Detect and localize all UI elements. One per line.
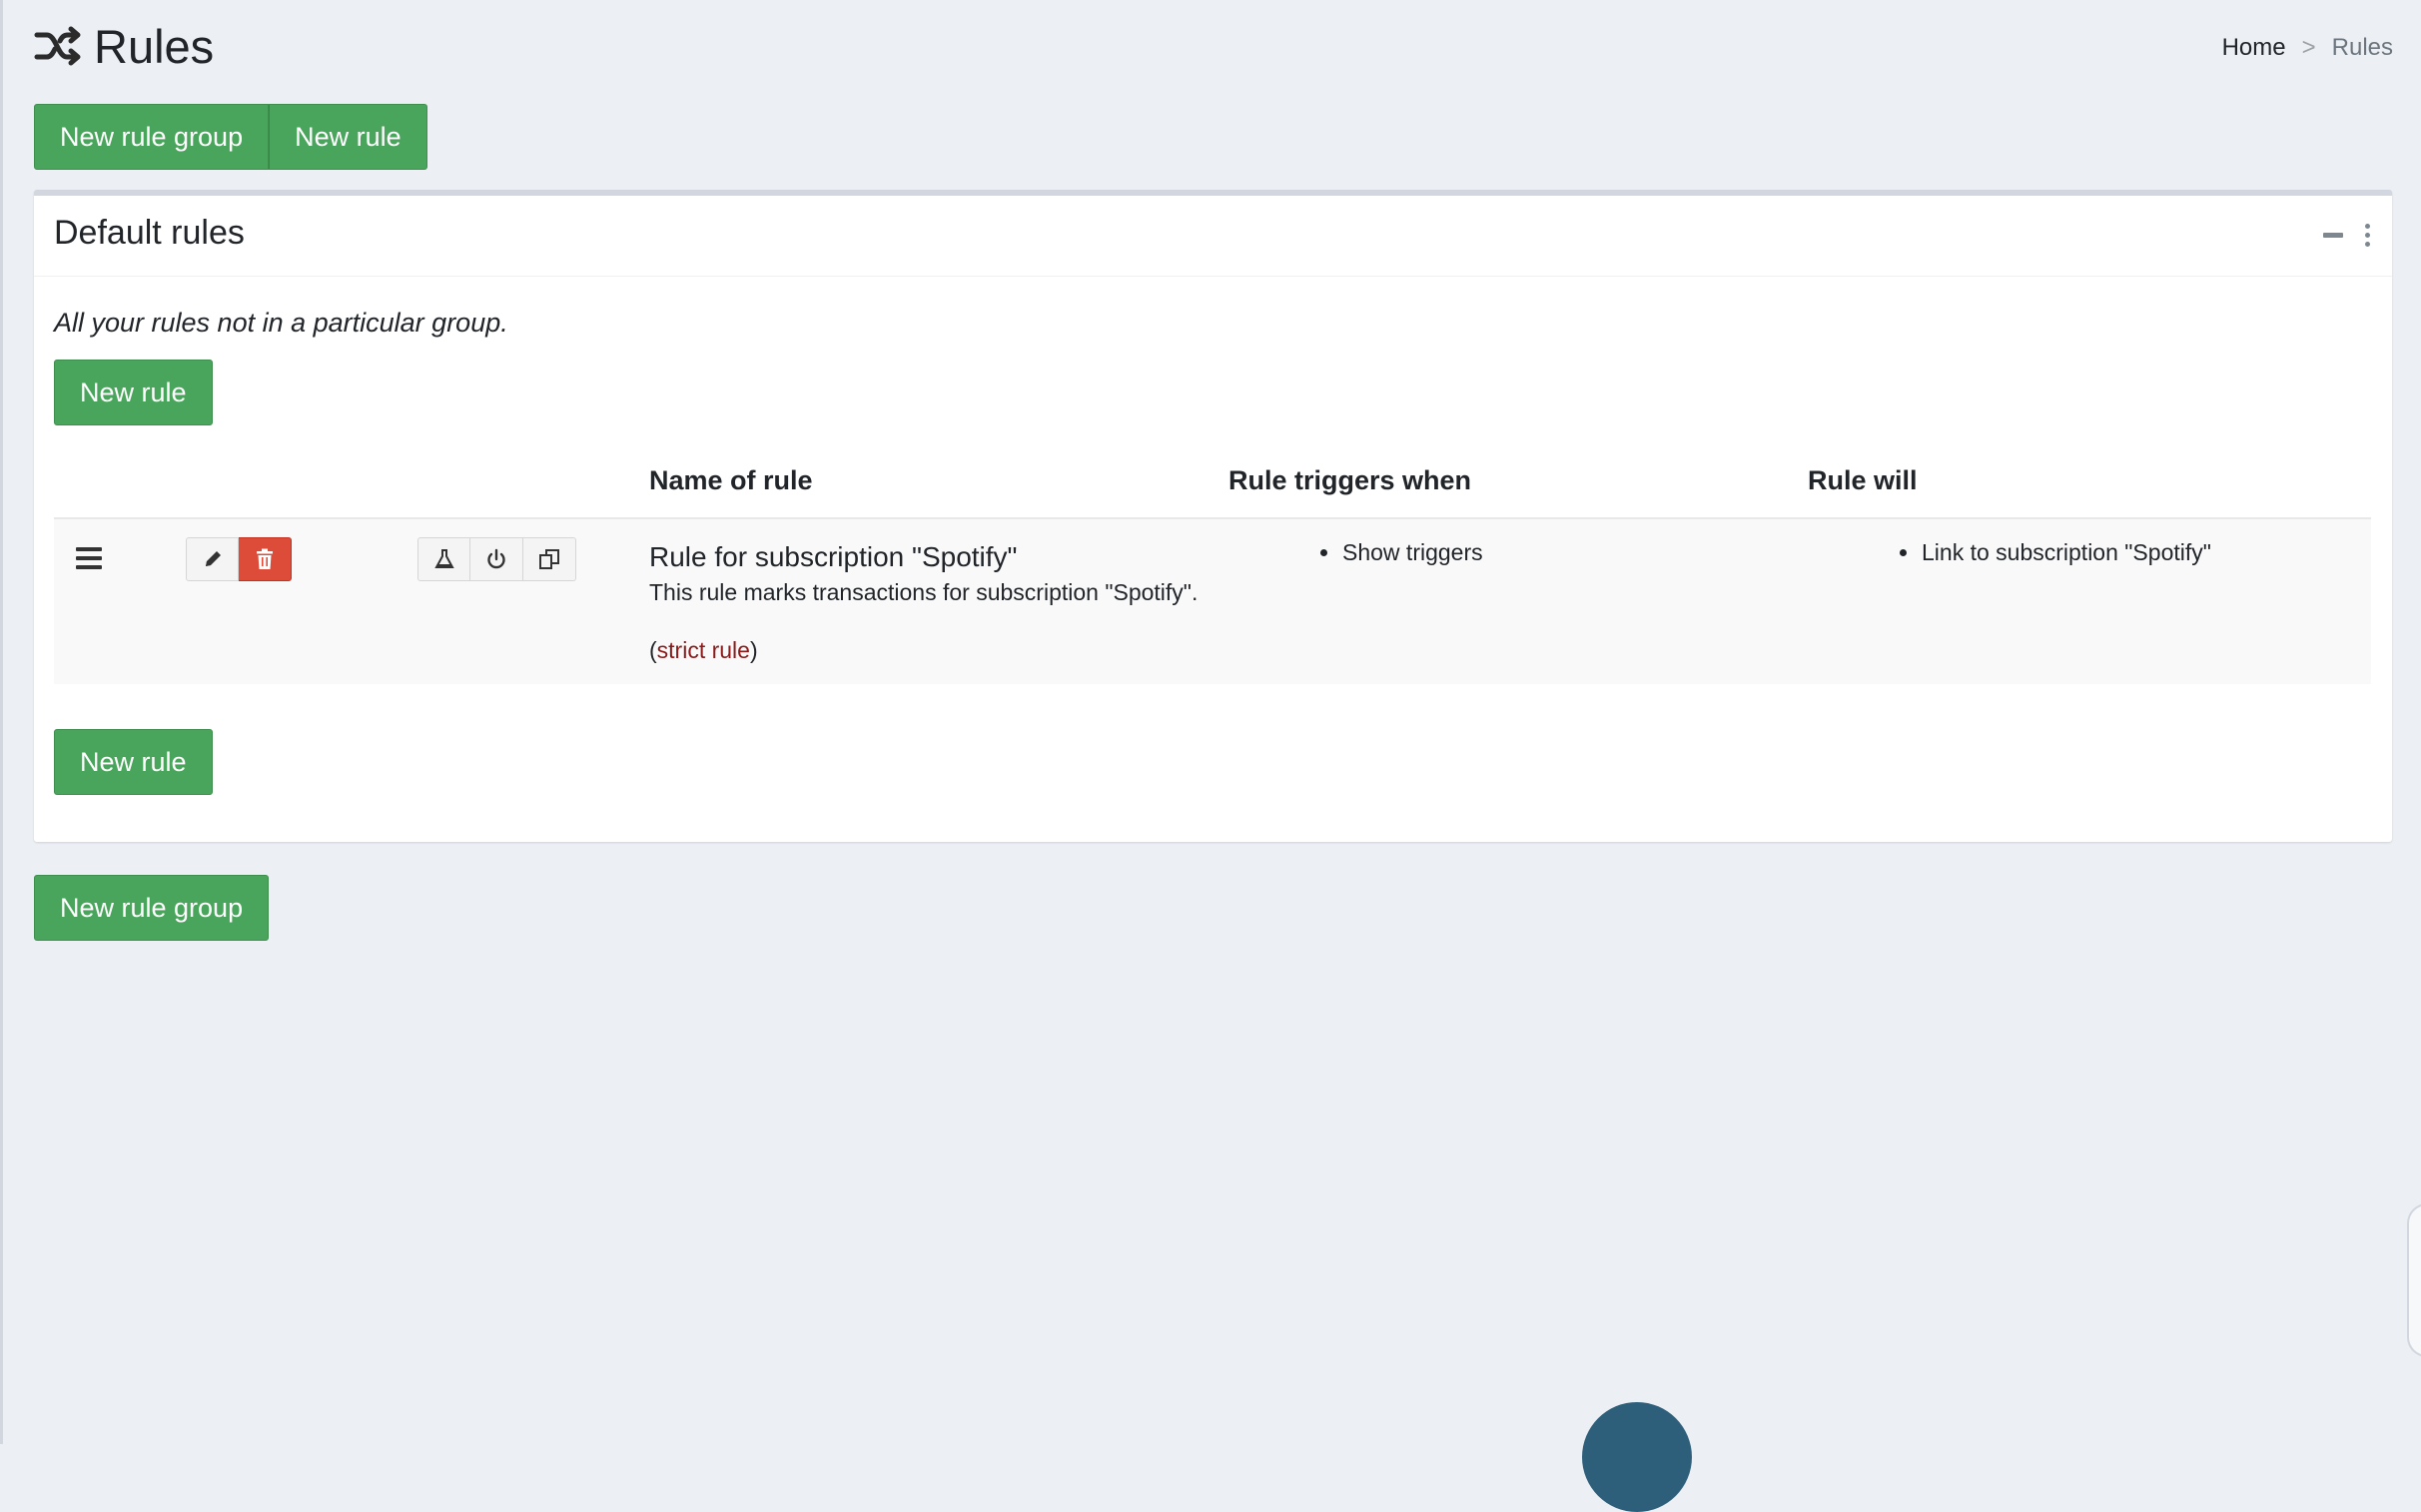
table-row: Rule for subscription "Spotify" This rul… <box>54 517 2371 684</box>
card-tools <box>2323 224 2370 247</box>
pencil-icon <box>205 551 221 566</box>
breadcrumb-separator: > <box>2301 34 2316 61</box>
bottom-new-rule-group-button[interactable]: New rule group <box>34 875 270 941</box>
flask-icon <box>433 549 454 568</box>
card-new-rule-button-bottom[interactable]: New rule <box>54 729 213 795</box>
new-rule-group-button[interactable]: New rule group <box>34 104 270 170</box>
page-title: Rules <box>94 19 215 73</box>
new-rule-button[interactable]: New rule <box>269 104 427 170</box>
edit-delete-buttons <box>186 537 292 581</box>
drag-handle-icon[interactable] <box>76 547 102 574</box>
breadcrumb: Home > Rules <box>2222 34 2393 62</box>
rule-tool-buttons <box>417 537 576 581</box>
toggle-rule-button[interactable] <box>470 537 523 581</box>
strict-rule-link[interactable]: strict rule <box>657 637 750 663</box>
test-rule-button[interactable] <box>417 537 470 581</box>
rule-description: This rule marks transactions for subscri… <box>649 579 1199 605</box>
card-description: All your rules not in a particular group… <box>54 308 508 338</box>
card-new-rule-button-top[interactable]: New rule <box>54 360 213 425</box>
floating-action-button[interactable] <box>1582 1402 1692 1512</box>
left-border <box>0 0 3 1444</box>
breadcrumb-home-link[interactable]: Home <box>2222 34 2286 62</box>
column-header-actions: Rule will <box>1808 465 1918 495</box>
default-rules-card: Default rules All your rules not in a pa… <box>34 190 2392 842</box>
side-widget-tab[interactable] <box>2407 1203 2421 1357</box>
breadcrumb-current: Rules <box>2331 34 2393 61</box>
show-triggers-link[interactable]: Show triggers <box>1342 539 1483 566</box>
action-list-item: Link to subscription "Spotify" <box>1900 539 2211 566</box>
vertical-dots-icon[interactable] <box>2365 224 2370 247</box>
column-header-name: Name of rule <box>649 465 813 495</box>
page-header: Rules <box>34 16 214 76</box>
rule-strict-note: (strict rule) <box>649 637 758 663</box>
card-header: Default rules <box>34 196 2392 277</box>
rule-name-link[interactable]: Rule for subscription "Spotify" <box>649 541 1017 573</box>
duplicate-rule-button[interactable] <box>523 537 576 581</box>
minus-icon[interactable] <box>2323 233 2343 238</box>
action-text: Link to subscription "Spotify" <box>1922 539 2211 565</box>
delete-rule-button[interactable] <box>239 537 292 581</box>
top-action-buttons: New rule group New rule <box>34 104 427 170</box>
duplicate-icon <box>539 549 559 569</box>
power-icon <box>487 548 505 569</box>
trash-icon <box>257 548 273 569</box>
trigger-list-item: Show triggers <box>1320 539 1483 566</box>
card-title: Default rules <box>54 214 245 252</box>
column-header-triggers: Rule triggers when <box>1228 465 1472 495</box>
edit-rule-button[interactable] <box>186 537 239 581</box>
shuffle-icon <box>34 26 81 66</box>
